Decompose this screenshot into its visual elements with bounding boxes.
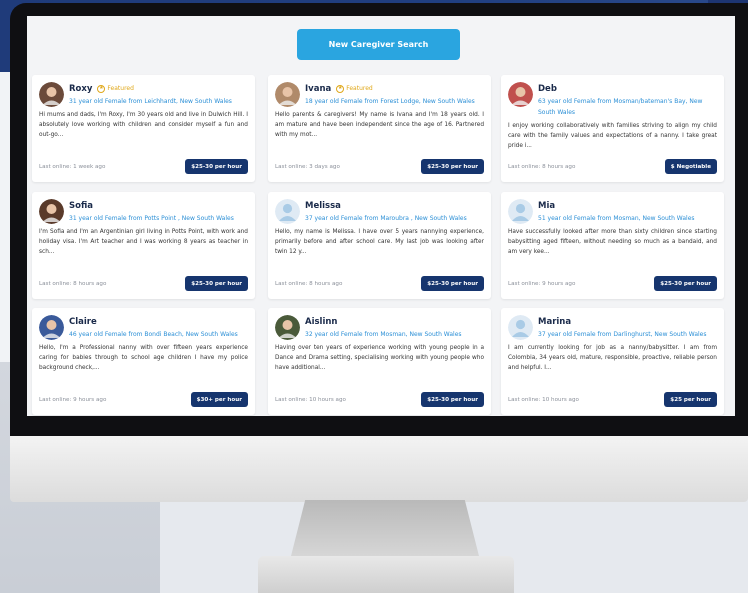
last-online: Last online: 9 hours ago	[39, 396, 107, 403]
rate-badge[interactable]: $ Negotiable	[664, 159, 717, 174]
featured-label: Featured	[346, 85, 373, 92]
caregiver-card[interactable]: Aislinn 32 year old Female from Mosman, N…	[268, 308, 491, 415]
avatar[interactable]	[39, 315, 64, 340]
caregiver-subtitle: 32 year old Female from Mosman, New Sout…	[305, 331, 462, 338]
avatar[interactable]	[275, 199, 300, 224]
last-online: Last online: 10 hours ago	[275, 396, 346, 403]
rate-badge[interactable]: $25 per hour	[664, 392, 717, 407]
caregiver-card[interactable]: Claire 46 year old Female from Bondi Beac…	[32, 308, 255, 415]
avatar[interactable]	[508, 82, 533, 107]
featured-badge-icon: ★	[97, 84, 106, 93]
last-online: Last online: 8 hours ago	[275, 280, 343, 287]
monitor-screen: New Caregiver Search Roxy ★ Featured 31 yea…	[27, 16, 735, 416]
caregiver-bio: Have successfully looked after more than…	[508, 229, 717, 256]
caregiver-subtitle: 31 year old Female from Leichhardt, New …	[69, 98, 232, 105]
caregiver-card[interactable]: Sofia 31 year old Female from Potts Point…	[32, 192, 255, 299]
caregiver-subtitle: 63 year old Female from Mosman/bateman's…	[538, 98, 703, 116]
caregiver-name[interactable]: Marina	[538, 317, 571, 327]
avatar[interactable]	[39, 82, 64, 107]
caregiver-bio: Hello, my name is Melissa. I have over 5…	[275, 229, 484, 256]
featured-label: Featured	[107, 85, 134, 92]
monitor-stand-base	[258, 556, 514, 593]
featured-badge: ★ Featured	[336, 84, 373, 93]
caregiver-card[interactable]: Melissa 37 year old Female from Maroubra …	[268, 192, 491, 299]
featured-badge: ★ Featured	[97, 84, 134, 93]
rate-badge[interactable]: $25-30 per hour	[421, 276, 484, 291]
monitor-stand-neck	[290, 500, 480, 560]
avatar[interactable]	[508, 199, 533, 224]
caregiver-subtitle: 46 year old Female from Bondi Beach, New…	[69, 331, 238, 338]
avatar[interactable]	[275, 315, 300, 340]
caregiver-card[interactable]: Marina 37 year old Female from Darlinghur…	[501, 308, 724, 415]
rate-badge[interactable]: $25-30 per hour	[185, 159, 248, 174]
monitor-chin	[10, 436, 748, 502]
caregiver-name[interactable]: Roxy	[69, 84, 92, 94]
caregiver-bio: Hello parents & caregivers! My name is I…	[275, 112, 484, 139]
avatar[interactable]	[508, 315, 533, 340]
caregiver-name[interactable]: Claire	[69, 317, 97, 327]
caregiver-card[interactable]: Roxy ★ Featured 31 year old Female from Lei…	[32, 75, 255, 182]
caregiver-subtitle: 18 year old Female from Forest Lodge, Ne…	[305, 98, 475, 105]
caregiver-name[interactable]: Sofia	[69, 201, 93, 211]
last-online: Last online: 8 hours ago	[508, 163, 576, 170]
rate-badge[interactable]: $25-30 per hour	[421, 159, 484, 174]
caregiver-bio: I'm Sofia and I'm an Argentinian girl li…	[39, 229, 248, 256]
caregiver-subtitle: 51 year old Female from Mosman, New Sout…	[538, 215, 695, 222]
rate-badge[interactable]: $25-30 per hour	[421, 392, 484, 407]
caregiver-subtitle: 37 year old Female from Darlinghurst, Ne…	[538, 331, 707, 338]
last-online: Last online: 3 days ago	[275, 163, 340, 170]
caregiver-bio: Hello, I'm a Professional nanny with ove…	[39, 345, 248, 372]
rate-badge[interactable]: $25-30 per hour	[654, 276, 717, 291]
avatar[interactable]	[275, 82, 300, 107]
new-caregiver-search-button[interactable]: New Caregiver Search	[297, 29, 460, 60]
caregiver-subtitle: 31 year old Female from Potts Point , Ne…	[69, 215, 234, 222]
caregiver-bio: Hi mums and dads, I'm Roxy, I'm 30 years…	[39, 112, 248, 139]
caregiver-name[interactable]: Mia	[538, 201, 555, 211]
caregiver-card[interactable]: Ivana ★ Featured 18 year old Female from Fo…	[268, 75, 491, 182]
avatar[interactable]	[39, 199, 64, 224]
caregiver-bio: I am currently looking for job as a nann…	[508, 345, 717, 372]
caregiver-subtitle: 37 year old Female from Maroubra , New S…	[305, 215, 467, 222]
caregiver-card[interactable]: Mia 51 year old Female from Mosman, New S…	[501, 192, 724, 299]
caregiver-card[interactable]: Deb 63 year old Female from Mosman/batema…	[501, 75, 724, 182]
caregiver-name[interactable]: Ivana	[305, 84, 331, 94]
rate-badge[interactable]: $25-30 per hour	[185, 276, 248, 291]
last-online: Last online: 8 hours ago	[39, 280, 107, 287]
last-online: Last online: 1 week ago	[39, 163, 106, 170]
last-online: Last online: 10 hours ago	[508, 396, 579, 403]
caregiver-bio: Having over ten years of experience work…	[275, 345, 484, 372]
last-online: Last online: 9 hours ago	[508, 280, 576, 287]
caregiver-name[interactable]: Melissa	[305, 201, 341, 211]
featured-badge-icon: ★	[336, 84, 345, 93]
rate-badge[interactable]: $30+ per hour	[190, 392, 248, 407]
caregiver-name[interactable]: Aislinn	[305, 317, 337, 327]
caregiver-bio: I enjoy working collaboratively with fam…	[508, 123, 717, 150]
caregiver-name[interactable]: Deb	[538, 84, 557, 94]
